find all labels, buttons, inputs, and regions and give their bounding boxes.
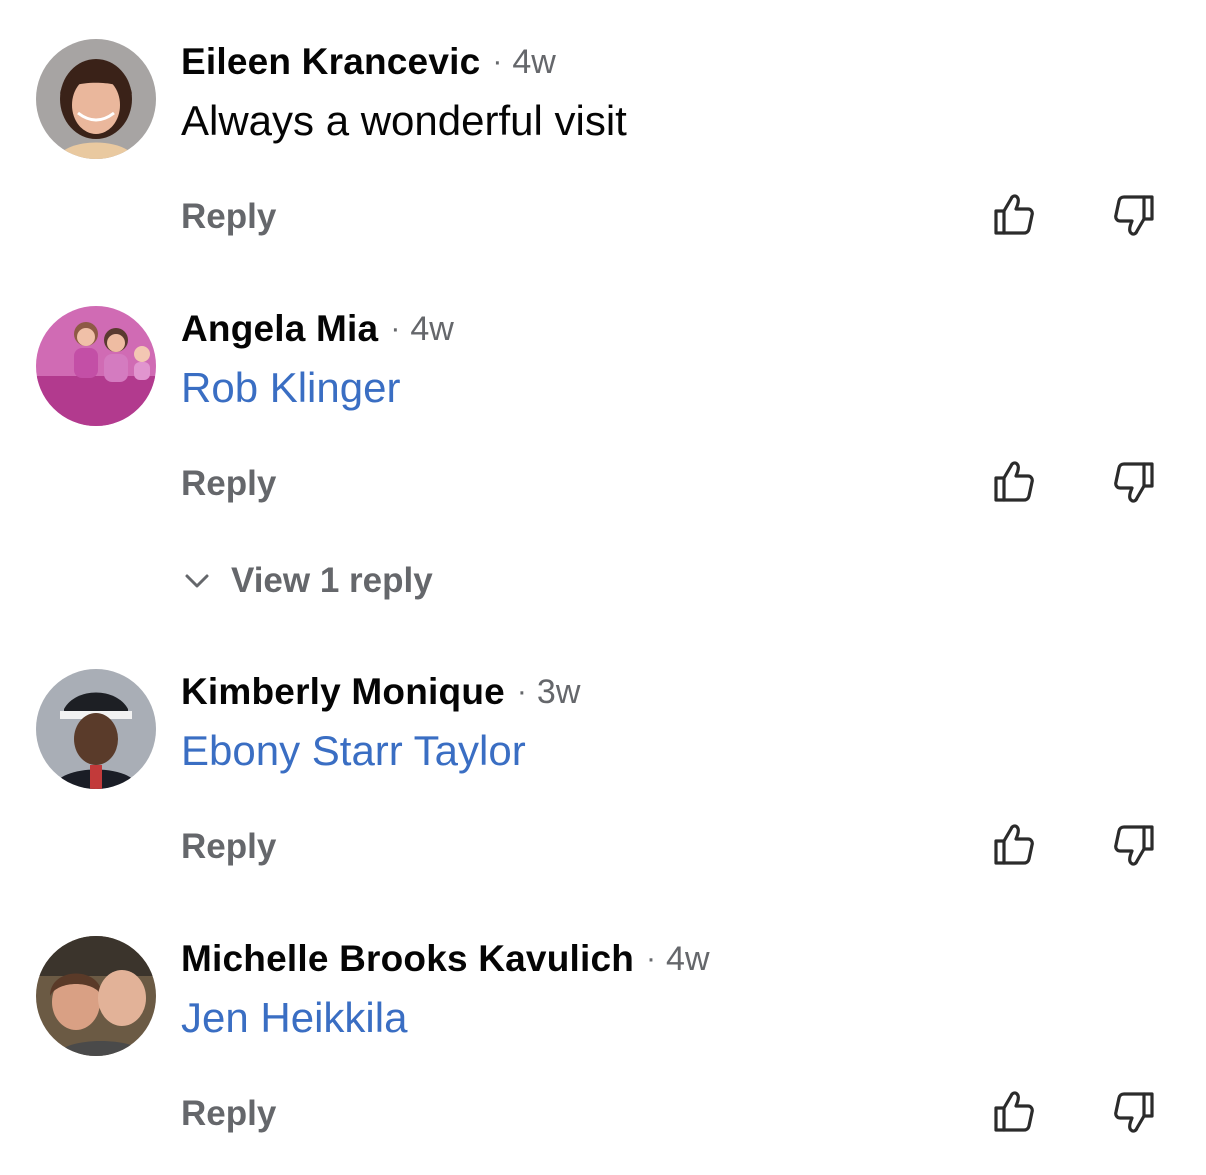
timestamp[interactable]: 4w <box>512 43 555 82</box>
avatar[interactable] <box>36 669 156 789</box>
thumbs-down-icon[interactable] <box>1110 821 1158 869</box>
mentioned-user-link[interactable]: Jen Heikkila <box>181 994 407 1042</box>
chevron-down-icon <box>181 565 213 597</box>
reply-button[interactable]: Reply <box>181 197 276 237</box>
separator-dot: · <box>646 942 657 975</box>
avatar[interactable] <box>36 306 156 426</box>
view-replies-label: View 1 reply <box>231 561 433 600</box>
comment-meta: Eileen Krancevic · 4w <box>181 39 556 85</box>
thumbs-up-icon[interactable] <box>990 191 1038 239</box>
timestamp[interactable]: 4w <box>666 940 709 979</box>
thumbs-up-icon[interactable] <box>990 458 1038 506</box>
comment-meta: Kimberly Monique · 3w <box>181 669 580 715</box>
comment-meta: Angela Mia · 4w <box>181 306 454 352</box>
author-name[interactable]: Kimberly Monique <box>181 671 505 713</box>
author-name[interactable]: Eileen Krancevic <box>181 41 480 83</box>
comment-meta: Michelle Brooks Kavulich · 4w <box>181 936 710 982</box>
separator-dot: · <box>492 45 503 78</box>
avatar[interactable] <box>36 936 156 1056</box>
separator-dot: · <box>516 675 527 708</box>
author-name[interactable]: Angela Mia <box>181 308 378 350</box>
thumbs-down-icon[interactable] <box>1110 191 1158 239</box>
comment-text: Always a wonderful visit <box>181 97 627 144</box>
mentioned-user-link[interactable]: Rob Klinger <box>181 364 400 412</box>
thumbs-down-icon[interactable] <box>1110 458 1158 506</box>
avatar[interactable] <box>36 39 156 159</box>
timestamp[interactable]: 4w <box>410 310 453 349</box>
thumbs-down-icon[interactable] <box>1110 1088 1158 1136</box>
mentioned-user-link[interactable]: Ebony Starr Taylor <box>181 727 526 775</box>
thumbs-up-icon[interactable] <box>990 821 1038 869</box>
thumbs-up-icon[interactable] <box>990 1088 1038 1136</box>
reply-button[interactable]: Reply <box>181 464 276 504</box>
reply-button[interactable]: Reply <box>181 1094 276 1134</box>
separator-dot: · <box>390 312 401 345</box>
author-name[interactable]: Michelle Brooks Kavulich <box>181 938 634 980</box>
view-replies-button[interactable]: View 1 reply <box>181 561 433 601</box>
reply-button[interactable]: Reply <box>181 827 276 867</box>
timestamp[interactable]: 3w <box>537 673 580 712</box>
